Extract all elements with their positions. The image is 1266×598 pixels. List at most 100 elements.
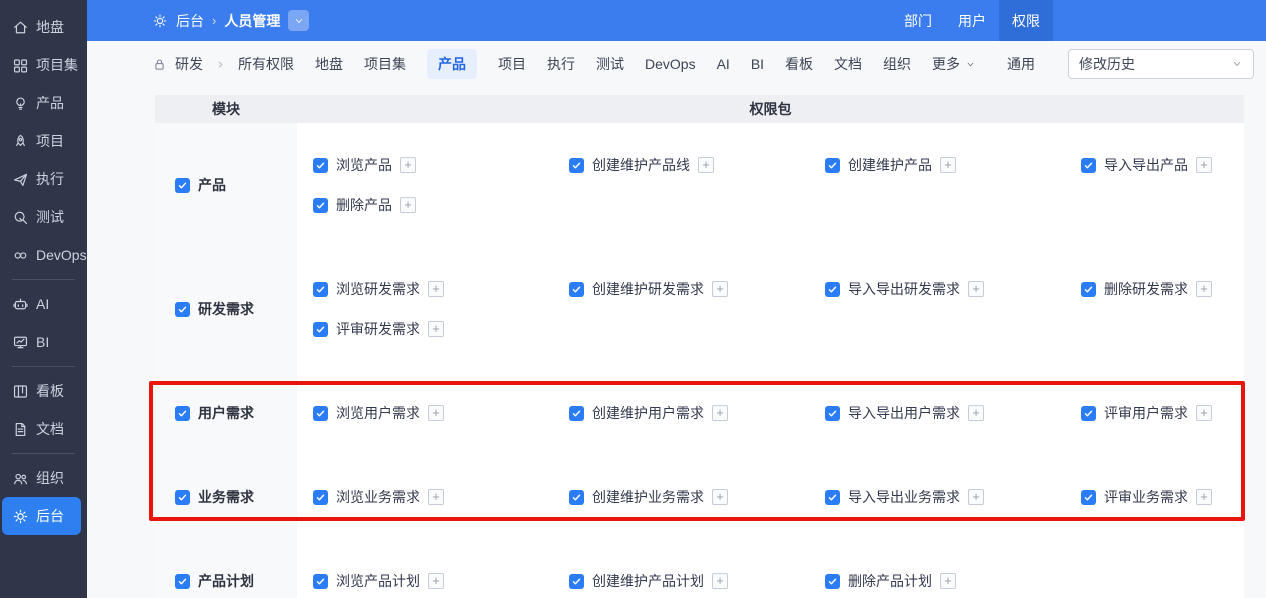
- sidebar-item-product[interactable]: 产品: [0, 84, 87, 122]
- permission-checkbox[interactable]: [569, 405, 584, 421]
- sidebar-item-org[interactable]: 组织: [0, 459, 87, 497]
- check-icon: [178, 410, 187, 416]
- expand-plus-button[interactable]: +: [428, 321, 444, 337]
- topbar: 后台 › 人员管理 部门 用户 权限: [87, 0, 1266, 41]
- expand-plus-button[interactable]: +: [400, 157, 416, 173]
- subnav-group[interactable]: 研发: [175, 54, 203, 74]
- module-checkbox[interactable]: [175, 177, 190, 193]
- expand-plus-button[interactable]: +: [1196, 157, 1212, 173]
- subnav-tab-all-permissions[interactable]: 所有权限: [238, 49, 294, 79]
- expand-plus-button[interactable]: +: [712, 405, 728, 421]
- expand-plus-button[interactable]: +: [712, 281, 728, 297]
- sidebar-item-devops[interactable]: DevOps: [0, 236, 87, 274]
- expand-plus-button[interactable]: +: [1196, 281, 1212, 297]
- topbar-tab[interactable]: 权限: [999, 0, 1053, 41]
- expand-plus-button[interactable]: +: [698, 157, 714, 173]
- permission-checkbox[interactable]: [825, 405, 840, 421]
- module-checkbox[interactable]: [175, 301, 190, 317]
- sidebar-item-label: AI: [36, 296, 50, 312]
- expand-plus-button[interactable]: +: [968, 405, 984, 421]
- permission-checkbox[interactable]: [825, 281, 840, 297]
- sidebar-item-test[interactable]: 测试: [0, 198, 87, 236]
- sidebar-item-kanban[interactable]: 看板: [0, 372, 87, 410]
- subnav-more-dropdown[interactable]: 更多: [932, 54, 976, 74]
- permission-checkbox[interactable]: [313, 281, 328, 297]
- permission-checkbox[interactable]: [313, 405, 328, 421]
- permission-checkbox[interactable]: [825, 573, 840, 589]
- expand-plus-button[interactable]: +: [1196, 405, 1212, 421]
- expand-plus-button[interactable]: +: [940, 573, 956, 589]
- expand-plus-button[interactable]: +: [428, 405, 444, 421]
- permission-checkbox[interactable]: [1081, 405, 1096, 421]
- subnav-tab[interactable]: 执行: [547, 49, 575, 79]
- subnav-tab[interactable]: AI: [717, 51, 730, 77]
- check-icon: [316, 578, 325, 584]
- chevron-down-icon: [967, 62, 974, 66]
- subnav-tab-general[interactable]: 通用: [1007, 49, 1035, 79]
- expand-plus-button[interactable]: +: [428, 489, 444, 505]
- expand-plus-button[interactable]: +: [968, 281, 984, 297]
- subnav-tab[interactable]: 组织: [883, 49, 911, 79]
- sidebar-item-ai[interactable]: AI: [0, 285, 87, 323]
- sidebar-divider: [12, 453, 75, 454]
- check-icon: [316, 410, 325, 416]
- breadcrumb-dropdown-button[interactable]: [288, 10, 310, 31]
- expand-plus-button[interactable]: +: [428, 573, 444, 589]
- permission-checkbox[interactable]: [313, 321, 328, 337]
- package-column-header: 权限包: [749, 101, 792, 117]
- sidebar-item-project[interactable]: 项目: [0, 122, 87, 160]
- module-checkbox[interactable]: [175, 405, 190, 421]
- expand-plus-button[interactable]: +: [968, 489, 984, 505]
- expand-plus-button[interactable]: +: [712, 573, 728, 589]
- expand-plus-button[interactable]: +: [400, 197, 416, 213]
- permission-checkbox[interactable]: [1081, 489, 1096, 505]
- permission-checkbox[interactable]: [313, 157, 328, 173]
- sidebar-item-project-set[interactable]: 项目集: [0, 46, 87, 84]
- permission-checkbox[interactable]: [313, 197, 328, 213]
- sidebar-item-execution[interactable]: 执行: [0, 160, 87, 198]
- permission-checkbox[interactable]: [313, 489, 328, 505]
- permission-checkbox[interactable]: [569, 573, 584, 589]
- subnav-tab[interactable]: 项目集: [364, 49, 406, 79]
- permission-checkbox[interactable]: [825, 489, 840, 505]
- expand-plus-button[interactable]: +: [940, 157, 956, 173]
- module-checkbox[interactable]: [175, 489, 190, 505]
- expand-plus-button[interactable]: +: [1196, 489, 1212, 505]
- topbar-tab[interactable]: 用户: [945, 0, 999, 41]
- subnav-tab[interactable]: BI: [751, 51, 764, 77]
- subnav-tab[interactable]: 文档: [834, 49, 862, 79]
- permission-label: 删除产品: [336, 197, 392, 213]
- permission-checkbox[interactable]: [569, 489, 584, 505]
- permission-label: 创建维护产品线: [592, 157, 690, 173]
- breadcrumb-page[interactable]: 人员管理: [224, 11, 280, 31]
- subnav-more-label: 更多: [932, 56, 961, 72]
- permission-checkbox[interactable]: [313, 573, 328, 589]
- sidebar-item-home[interactable]: 地盘: [0, 8, 87, 46]
- permission-checkbox[interactable]: [569, 281, 584, 297]
- module-row: 业务需求 浏览业务需求 + 创建维护业务需求 + 导入导出业务需求 + 评审业务需求 +: [155, 455, 1244, 539]
- subnav-tab[interactable]: 地盘: [315, 49, 343, 79]
- history-select[interactable]: 修改历史: [1068, 49, 1255, 79]
- sidebar-item-label: 产品: [36, 95, 64, 111]
- module-row: 产品计划 浏览产品计划 + 创建维护产品计划 + 删除产品计划 +: [155, 539, 1244, 598]
- sidebar-item-admin[interactable]: 后台: [2, 497, 81, 535]
- permission-checkbox[interactable]: [1081, 157, 1096, 173]
- subnav-tab[interactable]: DevOps: [645, 51, 696, 77]
- sidebar-divider: [12, 366, 75, 367]
- permission-item: 导入导出研发需求 +: [809, 277, 1065, 301]
- expand-plus-button[interactable]: +: [712, 489, 728, 505]
- module-checkbox[interactable]: [175, 573, 190, 589]
- sidebar-item-doc[interactable]: 文档: [0, 410, 87, 448]
- subnav-tab[interactable]: 看板: [785, 49, 813, 79]
- permission-label: 创建维护产品计划: [592, 573, 704, 589]
- permission-checkbox[interactable]: [825, 157, 840, 173]
- subnav-tab[interactable]: 测试: [596, 49, 624, 79]
- permission-checkbox[interactable]: [1081, 281, 1096, 297]
- breadcrumb-section[interactable]: 后台: [176, 11, 204, 31]
- permission-checkbox[interactable]: [569, 157, 584, 173]
- topbar-tab[interactable]: 部门: [891, 0, 945, 41]
- sidebar-item-bi[interactable]: BI: [0, 323, 87, 361]
- subnav-tab[interactable]: 产品: [427, 49, 477, 79]
- expand-plus-button[interactable]: +: [428, 281, 444, 297]
- subnav-tab[interactable]: 项目: [498, 49, 526, 79]
